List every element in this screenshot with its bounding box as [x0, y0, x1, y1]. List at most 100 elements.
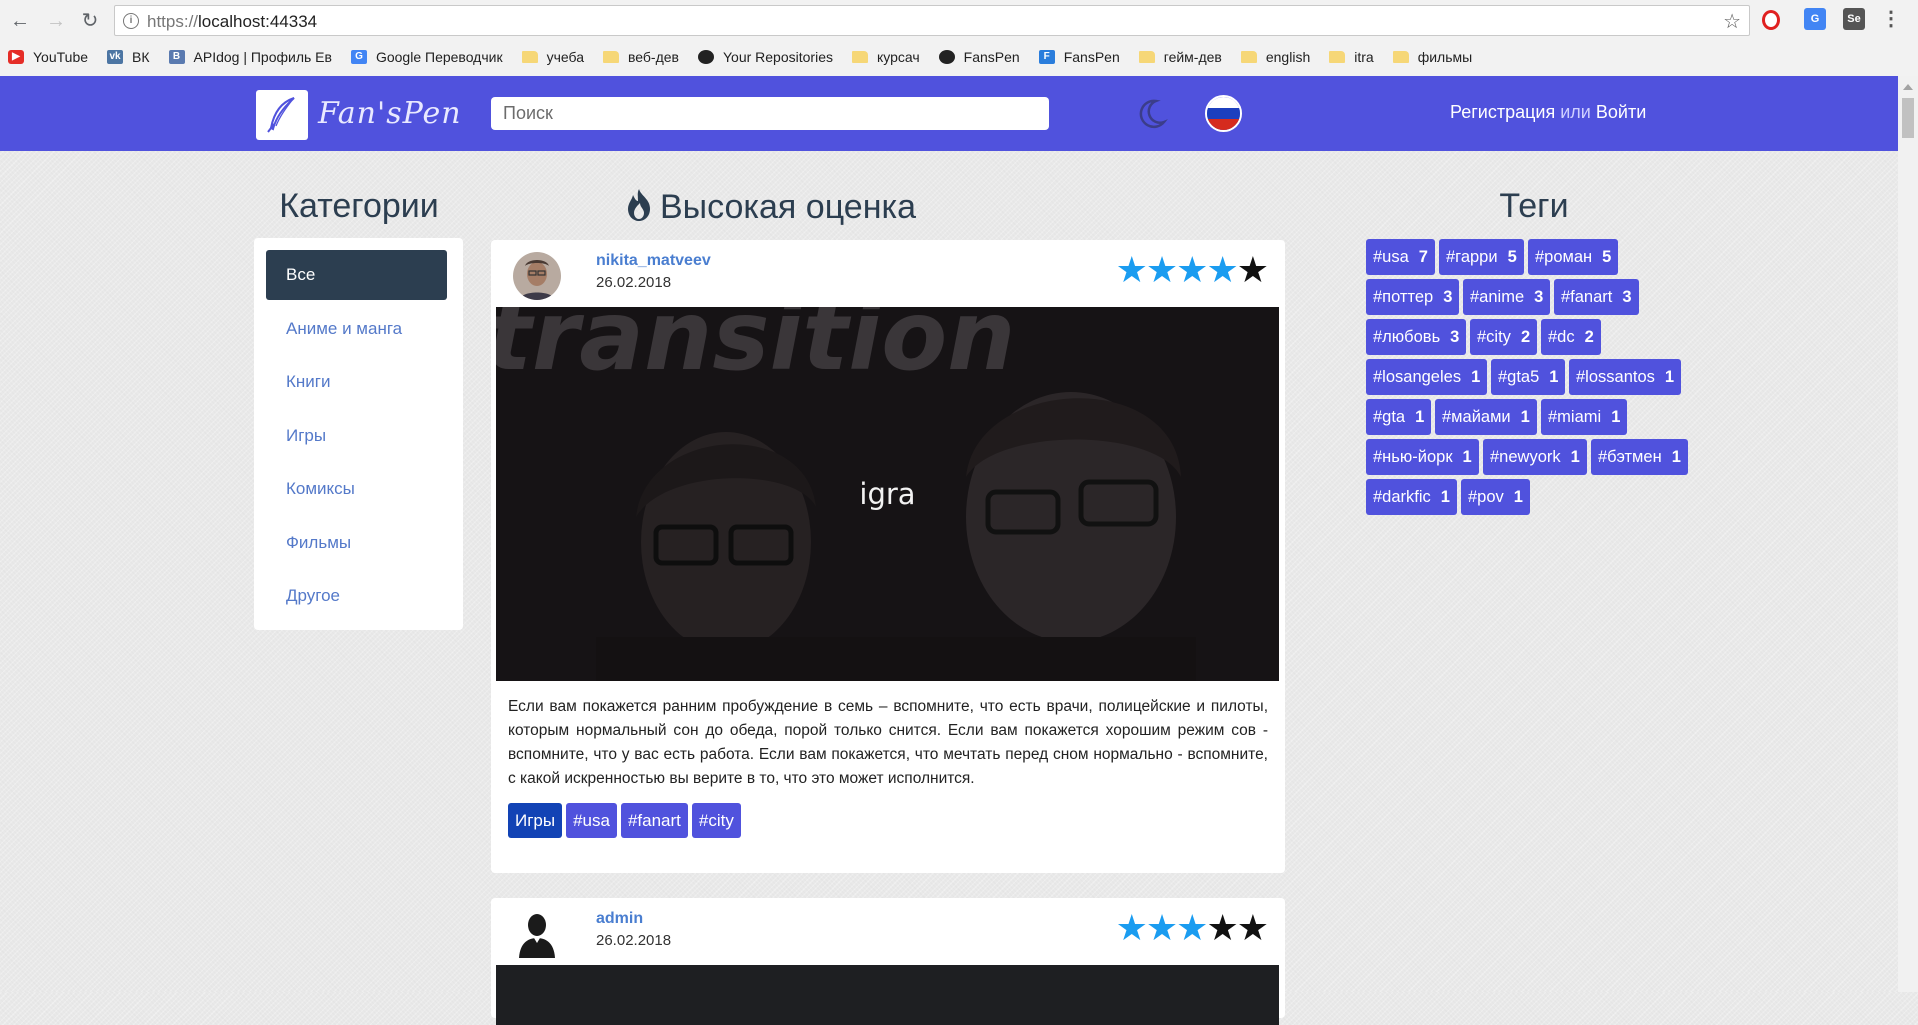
tag-count: 1	[1462, 448, 1472, 466]
category-item[interactable]: Аниме и манга	[266, 304, 447, 354]
tag-item[interactable]: #losangeles 1	[1366, 359, 1488, 395]
post-title[interactable]: igra	[496, 477, 1279, 511]
post-image[interactable]	[496, 965, 1279, 1025]
bookmarks-bar: ▶ YouTube vk ВК B APIdog | Профиль Ев G Google …	[8, 44, 1491, 70]
url-host: localhost:44334	[198, 12, 318, 31]
post-tag[interactable]: #fanart	[620, 803, 688, 838]
tag-item[interactable]: #miami 1	[1541, 399, 1628, 435]
google-translate-extension-icon[interactable]: G	[1804, 8, 1826, 30]
tag-item[interactable]: #dc 2	[1541, 319, 1601, 355]
tag-name: #поттер	[1373, 288, 1434, 306]
post-image[interactable]: transition igra	[496, 307, 1279, 681]
bookmark-label: курсач	[876, 49, 920, 65]
logo-text[interactable]: Fan'sPen	[318, 96, 462, 131]
star-empty-icon[interactable]: ★	[1237, 250, 1269, 290]
star-filled-icon[interactable]: ★	[1176, 908, 1208, 948]
bookmark-item[interactable]: G Google Переводчик	[350, 49, 503, 65]
bookmark-item[interactable]: FansPen	[938, 49, 1020, 65]
star-empty-icon[interactable]: ★	[1237, 908, 1269, 948]
feed-title-text: Высокая оценка	[659, 188, 916, 226]
tag-item[interactable]: #роман 5	[1528, 239, 1619, 275]
star-filled-icon[interactable]: ★	[1176, 250, 1208, 290]
scroll-up-arrow-icon[interactable]	[1903, 84, 1913, 90]
rating-stars[interactable]: ★ ★ ★ ★ ★	[1116, 908, 1269, 948]
tag-count: 1	[1549, 368, 1559, 386]
back-arrow-icon[interactable]: ←	[8, 9, 32, 33]
tag-item[interactable]: #бэтмен 1	[1591, 439, 1688, 475]
bookmark-item[interactable]: ▶ YouTube	[8, 49, 88, 65]
star-filled-icon[interactable]: ★	[1146, 908, 1178, 948]
bookmark-item[interactable]: vk ВК	[107, 49, 150, 65]
tag-item[interactable]: #поттер 3	[1366, 279, 1460, 315]
star-filled-icon[interactable]: ★	[1206, 250, 1238, 290]
star-empty-icon[interactable]: ★	[1206, 908, 1238, 948]
svg-text:transition: transition	[496, 307, 1016, 392]
tag-item[interactable]: #gta 1	[1366, 399, 1432, 435]
tag-item[interactable]: #lossantos 1	[1569, 359, 1682, 395]
logo-quill-icon[interactable]	[256, 90, 308, 140]
rating-stars[interactable]: ★ ★ ★ ★ ★	[1116, 250, 1269, 290]
reload-icon[interactable]: ↻	[78, 9, 102, 33]
tag-item[interactable]: #city 2	[1470, 319, 1538, 355]
login-link[interactable]: Войти	[1596, 102, 1646, 122]
tag-item[interactable]: #darkfic 1	[1366, 479, 1457, 515]
russian-flag-icon[interactable]	[1205, 95, 1242, 132]
post-category-badge[interactable]: Игры	[508, 803, 563, 838]
bookmark-item[interactable]: F FansPen	[1038, 49, 1120, 65]
bookmark-item[interactable]: гейм-дев	[1138, 49, 1222, 65]
bookmark-label: гейм-дев	[1163, 49, 1222, 65]
bookmark-star-icon[interactable]: ☆	[1723, 9, 1741, 34]
tag-item[interactable]: #usa 7	[1366, 239, 1435, 275]
category-item[interactable]: Все	[266, 250, 447, 300]
category-item[interactable]: Комиксы	[266, 464, 447, 514]
tag-item[interactable]: #любовь 3	[1366, 319, 1467, 355]
address-bar[interactable]: i https://localhost:44334 ☆	[114, 5, 1750, 36]
selenium-extension-icon[interactable]: Se	[1843, 8, 1865, 30]
bookmark-item[interactable]: веб-дев	[603, 49, 679, 65]
url-scheme: https://	[147, 12, 199, 31]
tag-item[interactable]: #anime 3	[1463, 279, 1551, 315]
post-author[interactable]: admin	[596, 910, 643, 928]
tag-item[interactable]: #gta5 1	[1491, 359, 1566, 395]
post-tag[interactable]: #city	[691, 803, 741, 838]
bookmark-label: фильмы	[1417, 49, 1473, 65]
avatar[interactable]	[513, 910, 561, 958]
bookmark-item[interactable]: курсач	[851, 49, 920, 65]
dark-mode-moon-icon[interactable]	[1134, 97, 1168, 131]
category-item[interactable]: Книги	[266, 357, 447, 407]
avatar[interactable]	[513, 252, 561, 300]
bookmark-item[interactable]: учеба	[521, 49, 584, 65]
star-filled-icon[interactable]: ★	[1116, 908, 1148, 948]
register-link[interactable]: Регистрация	[1450, 102, 1555, 122]
bookmark-item[interactable]: Your Repositories	[697, 49, 833, 65]
tag-item[interactable]: #pov 1	[1461, 479, 1530, 515]
forward-arrow-icon[interactable]: →	[44, 9, 68, 33]
post-author[interactable]: nikita_matveev	[596, 252, 711, 270]
search-input[interactable]	[491, 97, 1049, 130]
category-item[interactable]: Другое	[266, 571, 447, 621]
tag-item[interactable]: #майами 1	[1435, 399, 1537, 435]
category-item[interactable]: Фильмы	[266, 518, 447, 568]
bookmark-item[interactable]: english	[1240, 49, 1310, 65]
tag-item[interactable]: #гарри 5	[1439, 239, 1524, 275]
tag-count: 1	[1520, 408, 1530, 426]
star-filled-icon[interactable]: ★	[1146, 250, 1178, 290]
tag-count: 1	[1471, 368, 1481, 386]
page-scrollbar[interactable]	[1898, 76, 1918, 992]
bookmark-item[interactable]: B APIdog | Профиль Ев	[168, 49, 332, 65]
info-icon[interactable]: i	[123, 13, 139, 29]
bookmark-item[interactable]: itra	[1329, 49, 1374, 65]
opera-extension-icon[interactable]	[1762, 10, 1780, 30]
menu-dots-icon[interactable]: ⋮	[1880, 8, 1902, 30]
scrollbar-thumb[interactable]	[1902, 98, 1914, 138]
folder-icon	[1392, 51, 1409, 63]
star-filled-icon[interactable]: ★	[1116, 250, 1148, 290]
bookmark-item[interactable]: фильмы	[1392, 49, 1473, 65]
url-text[interactable]: https://localhost:44334	[147, 12, 317, 32]
post-tag[interactable]: #usa	[566, 803, 617, 838]
tag-item[interactable]: #fanart 3	[1554, 279, 1639, 315]
bookmark-label: YouTube	[33, 49, 89, 65]
category-item[interactable]: Игры	[266, 411, 447, 461]
tag-item[interactable]: #нью-йорк 1	[1366, 439, 1479, 475]
tag-item[interactable]: #newyork 1	[1483, 439, 1587, 475]
